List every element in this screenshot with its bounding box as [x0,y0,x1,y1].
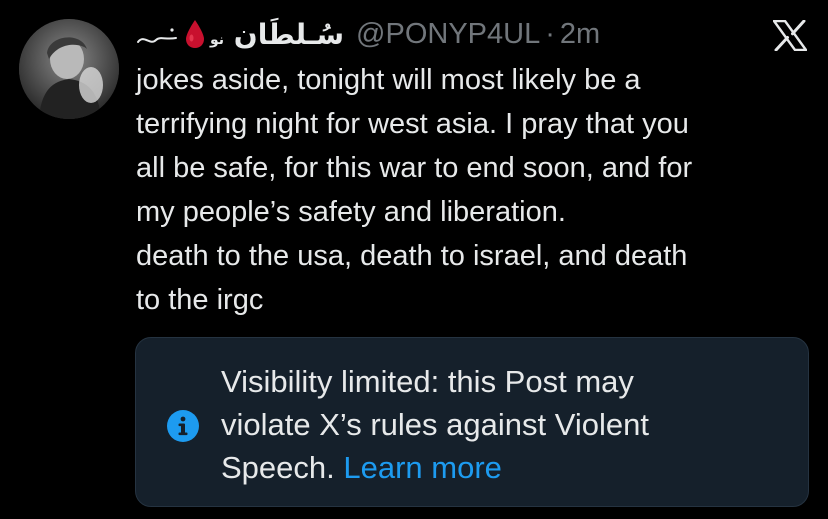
post-body-line: all be safe, for this war to end soon, a… [136,152,693,184]
info-icon [166,409,200,443]
post-body-line: terrifying night for west asia. I pray t… [136,108,689,140]
header-separator: · [545,17,555,50]
post-body-line: jokes aside, tonight will most likely be… [136,64,641,96]
notice-line: violate X’s rules against Violent [221,407,649,442]
post-body-line: death to the usa, death to israel, and d… [136,240,688,272]
author-handle[interactable]: @PONYP4UL [356,18,540,51]
notice-line: Visibility limited: this Post may [221,364,634,399]
post-body-line: my people’s safety and liberation. [136,196,566,228]
avatar[interactable] [19,19,119,119]
drop-of-blood-icon [184,19,206,49]
visibility-notice: Visibility limited: this Post may violat… [135,337,809,507]
post: سُـلطَان نو @PONYP4UL · 2m jokes aside, … [0,0,828,519]
notice-line: Speech. Learn more [221,446,781,489]
avatar-photo [19,19,119,119]
author-display-name[interactable]: سُـلطَان نو [210,18,344,51]
visibility-notice-text: Visibility limited: this Post may violat… [221,360,781,489]
learn-more-link[interactable]: Learn more [343,450,502,485]
post-header: سُـلطَان نو @PONYP4UL · 2m [136,14,600,54]
author-display-name-suffix: نو [210,31,225,48]
post-timestamp[interactable]: 2m [560,18,600,51]
name-decoration-icon [136,14,178,54]
author-display-name-text: سُـلطَان [233,17,345,51]
notice-line-text: Speech. [221,450,335,485]
post-body-line: to the irgc [136,284,264,316]
post-body: jokes aside, tonight will most likely be… [136,58,806,322]
x-logo-icon[interactable] [773,20,807,51]
